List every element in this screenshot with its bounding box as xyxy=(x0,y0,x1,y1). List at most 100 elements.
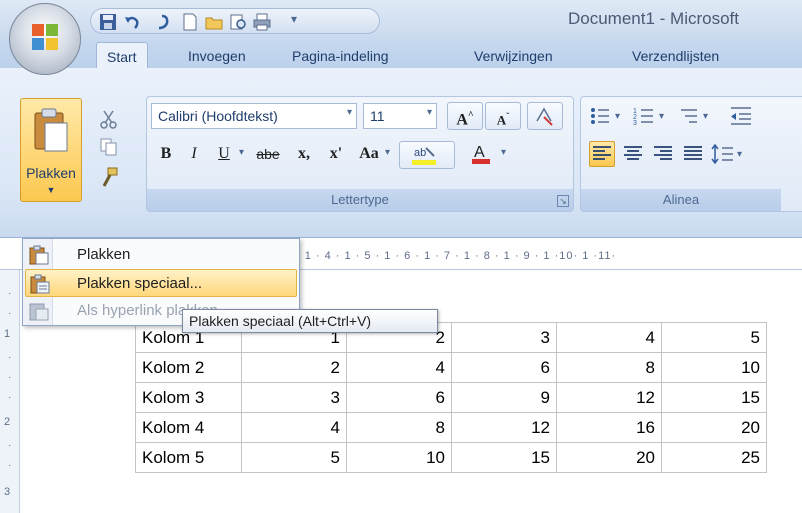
align-center-icon[interactable] xyxy=(621,142,645,166)
svg-text:A: A xyxy=(474,144,485,161)
underline-button[interactable]: U xyxy=(213,141,235,169)
shrink-font-button[interactable]: Aˇ xyxy=(485,102,521,130)
svg-text:▾: ▾ xyxy=(615,111,620,122)
print-icon[interactable] xyxy=(253,13,271,31)
clear-formatting-button[interactable] xyxy=(527,102,563,130)
table-cell[interactable]: Kolom 2 xyxy=(135,352,242,383)
align-left-button[interactable] xyxy=(589,141,615,167)
font-color-button[interactable]: A xyxy=(463,141,499,169)
table-cell[interactable]: Kolom 3 xyxy=(135,382,242,413)
tab-pagina-indeling[interactable]: Pagina-indeling xyxy=(292,48,389,64)
subscript-button[interactable]: x, xyxy=(291,141,317,169)
align-right-icon[interactable] xyxy=(651,142,675,166)
font-name-combo[interactable]: Calibri (Hoofdtekst) ▾ xyxy=(151,103,357,129)
numbering-icon[interactable]: 123 ▾ xyxy=(633,105,673,127)
save-icon[interactable] xyxy=(99,13,117,31)
font-size-value: 11 xyxy=(370,108,385,124)
table-cell[interactable]: 3 xyxy=(451,322,557,353)
chevron-down-icon[interactable]: ▾ xyxy=(427,107,432,118)
shrink-font-label: A xyxy=(496,112,507,128)
ruler-tick: · xyxy=(8,352,12,363)
table-cell[interactable]: 15 xyxy=(451,442,557,473)
ruler-number: 2 xyxy=(4,416,11,428)
table-cell[interactable]: 10 xyxy=(346,442,452,473)
table-cell[interactable]: 16 xyxy=(556,412,662,443)
table-row: Kolom 3 3 6 9 12 15 xyxy=(135,382,767,413)
vertical-ruler: · · 1 · · · 2 · · 3 xyxy=(0,270,20,513)
table-cell[interactable]: 12 xyxy=(451,412,557,443)
grow-font-button[interactable]: A^ xyxy=(447,102,483,130)
chevron-down-icon[interactable]: ▾ xyxy=(347,107,352,118)
customize-qat-arrow-icon[interactable]: ▾ xyxy=(291,12,297,26)
line-spacing-icon[interactable]: ▾ xyxy=(711,142,751,166)
table-cell[interactable]: 20 xyxy=(556,442,662,473)
decrease-indent-icon[interactable] xyxy=(729,105,753,127)
table-cell[interactable]: Kolom 5 xyxy=(135,442,242,473)
superscript-button[interactable]: x' xyxy=(323,141,349,169)
font-size-combo[interactable]: 11 ▾ xyxy=(363,103,437,129)
office-logo-icon xyxy=(32,24,58,50)
font-group: Calibri (Hoofdtekst) ▾ 11 ▾ A^ Aˇ B I U … xyxy=(146,96,574,212)
table-cell[interactable]: 5 xyxy=(661,322,767,353)
window-title: Document1 - Microsoft xyxy=(568,9,739,28)
table-cell[interactable]: 4 xyxy=(346,352,452,383)
menu-item-paste[interactable]: Plakken xyxy=(25,241,297,269)
table-cell[interactable]: 20 xyxy=(661,412,767,443)
paste-dropdown-icon[interactable]: ▼ xyxy=(21,185,81,195)
underline-dropdown-icon[interactable]: ▾ xyxy=(239,147,244,158)
bullets-icon[interactable]: ▾ xyxy=(589,105,629,127)
svg-text:▾: ▾ xyxy=(737,149,742,160)
table-cell[interactable]: 8 xyxy=(556,352,662,383)
align-left-icon xyxy=(593,146,611,160)
bold-button[interactable]: B xyxy=(155,141,177,169)
svg-text:ab: ab xyxy=(414,147,426,159)
font-color-icon: A xyxy=(472,144,490,164)
table-row: Kolom 2 2 4 6 8 10 xyxy=(135,352,767,383)
table-row: Kolom 5 5 10 15 20 25 xyxy=(135,442,767,473)
italic-button[interactable]: I xyxy=(183,141,205,169)
font-color-dropdown-icon[interactable]: ▾ xyxy=(501,147,506,158)
tab-verzendlijsten[interactable]: Verzendlijsten xyxy=(632,48,719,64)
change-case-dropdown-icon[interactable]: ▾ xyxy=(385,147,390,158)
table-cell[interactable]: 6 xyxy=(346,382,452,413)
undo-icon[interactable] xyxy=(123,13,141,31)
table-cell[interactable]: 2 xyxy=(241,352,347,383)
redo-icon[interactable] xyxy=(153,13,171,31)
table-cell[interactable]: 3 xyxy=(241,382,347,413)
office-button[interactable] xyxy=(9,3,81,75)
highlight-button[interactable]: ab xyxy=(399,141,455,169)
strikethrough-button[interactable]: abe xyxy=(251,141,285,169)
paste-label: Plakken xyxy=(26,165,76,181)
paste-icon xyxy=(29,245,49,265)
cut-icon[interactable] xyxy=(98,108,120,130)
font-name-value: Calibri (Hoofdtekst) xyxy=(158,108,278,124)
table-cell[interactable]: 4 xyxy=(556,322,662,353)
new-document-icon[interactable] xyxy=(181,13,199,31)
copy-icon[interactable] xyxy=(98,136,120,158)
table-cell[interactable]: 9 xyxy=(451,382,557,413)
print-preview-icon[interactable] xyxy=(229,13,247,31)
table-cell[interactable]: 6 xyxy=(451,352,557,383)
table-cell[interactable]: 4 xyxy=(241,412,347,443)
table-cell[interactable]: Kolom 4 xyxy=(135,412,242,443)
tab-invoegen[interactable]: Invoegen xyxy=(188,48,246,64)
change-case-button[interactable]: Aa xyxy=(353,141,385,169)
font-group-label: Lettertype xyxy=(147,189,573,211)
multilevel-list-icon[interactable]: ▾ xyxy=(679,105,719,127)
table-cell[interactable]: 10 xyxy=(661,352,767,383)
tab-start[interactable]: Start xyxy=(96,42,148,70)
ruler-tick: · xyxy=(8,392,12,403)
table-cell[interactable]: 25 xyxy=(661,442,767,473)
format-painter-icon[interactable] xyxy=(98,166,120,188)
table-cell[interactable]: 15 xyxy=(661,382,767,413)
tab-verwijzingen[interactable]: Verwijzingen xyxy=(474,48,553,64)
menu-item-paste-special[interactable]: Plakken speciaal... xyxy=(25,269,297,297)
paste-button[interactable]: Plakken ▼ xyxy=(20,98,82,202)
justify-icon[interactable] xyxy=(681,142,705,166)
table-cell[interactable]: 5 xyxy=(241,442,347,473)
ruler-number: 1 xyxy=(4,328,11,340)
open-folder-icon[interactable] xyxy=(205,13,223,31)
table-cell[interactable]: 12 xyxy=(556,382,662,413)
font-dialog-launcher-icon[interactable]: ↘ xyxy=(557,195,569,207)
table-cell[interactable]: 8 xyxy=(346,412,452,443)
